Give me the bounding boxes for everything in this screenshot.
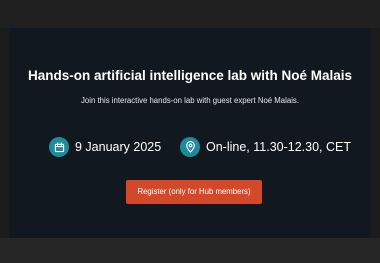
event-location: On-line, 11.30-12.30, CET bbox=[180, 136, 351, 158]
event-title: Hands-on artificial intelligence lab wit… bbox=[27, 68, 353, 83]
event-subtitle: Join this interactive hands-on lab with … bbox=[81, 96, 299, 105]
event-date: 9 January 2025 bbox=[49, 136, 161, 158]
event-panel bbox=[9, 28, 371, 238]
location-pin-icon bbox=[180, 137, 200, 157]
event-date-text: 9 January 2025 bbox=[75, 140, 162, 154]
register-button[interactable]: Register (only for Hub members) bbox=[126, 180, 262, 204]
event-location-text: On-line, 11.30-12.30, CET bbox=[206, 140, 351, 154]
calendar-icon bbox=[49, 137, 69, 157]
bottom-band bbox=[0, 238, 380, 263]
top-band bbox=[0, 0, 380, 28]
